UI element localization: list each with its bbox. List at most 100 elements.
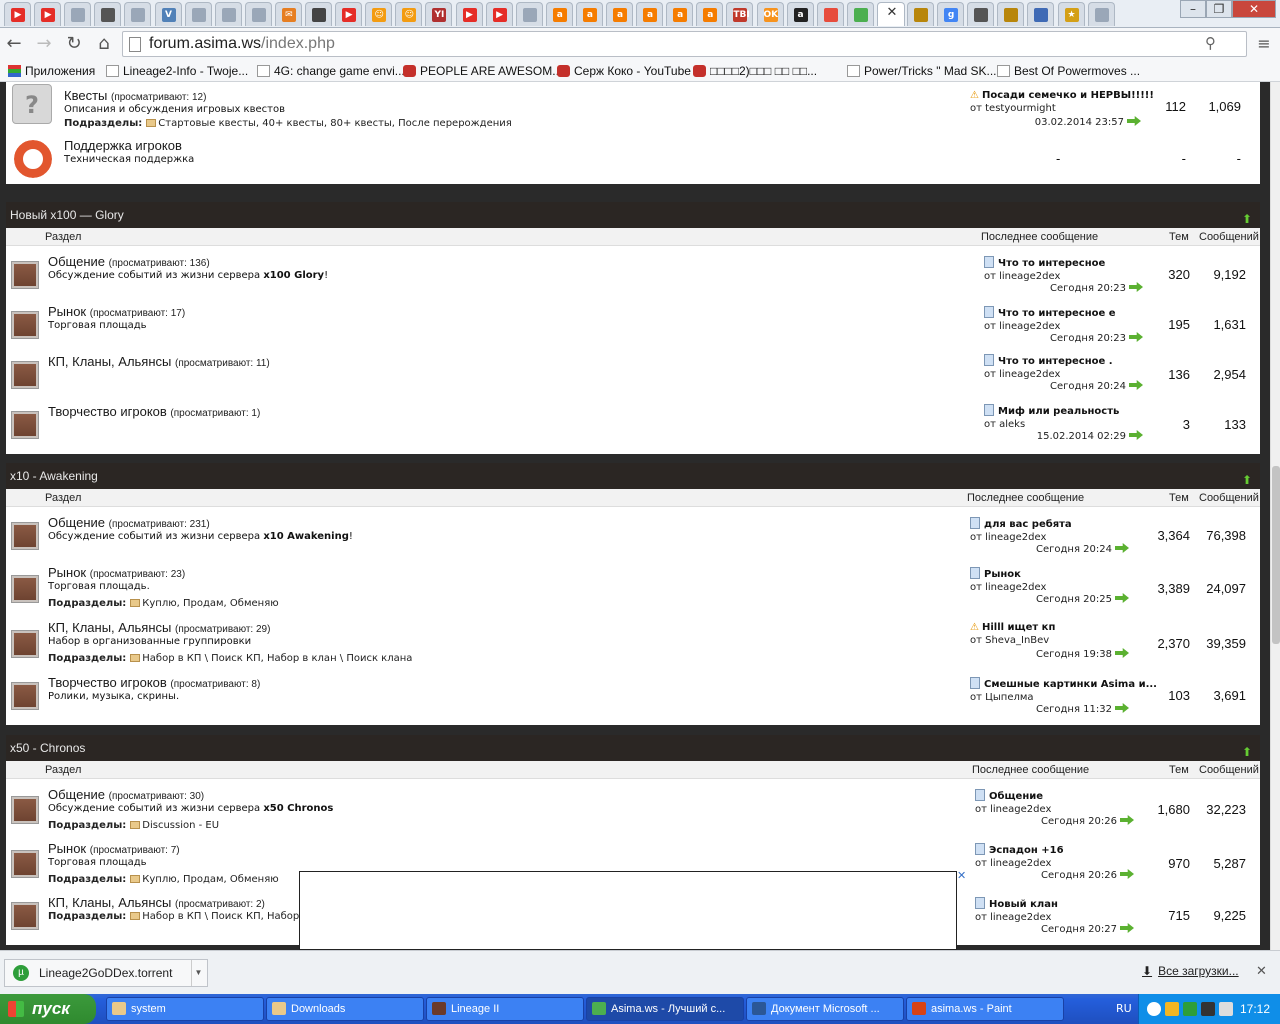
popup-close-icon[interactable]: ✕ (957, 870, 967, 881)
last-post-title[interactable]: Что то интересное е (998, 308, 1116, 319)
category-title[interactable]: Новый x100 — Glory (10, 208, 124, 222)
tab-amazon-a[interactable]: a (666, 2, 694, 26)
tab-page[interactable] (1087, 2, 1115, 26)
tab-ok[interactable]: OK (756, 2, 784, 26)
forum-title[interactable]: Общение (просматривают: 136) (48, 254, 210, 269)
go-to-post-icon[interactable] (1115, 543, 1129, 553)
taskbar-item[interactable]: Downloads (266, 997, 424, 1021)
bookmark-item[interactable]: Power/Tricks " Mad SK... (847, 63, 997, 79)
tab-yii[interactable]: YI (425, 2, 453, 26)
forum-title[interactable]: Рынок (просматривают: 23) (48, 565, 185, 580)
go-to-post-icon[interactable] (1115, 593, 1129, 603)
category-header[interactable]: x50 - Chronos ⬆ (6, 735, 1260, 761)
bookmark-item[interactable]: Серж Коко - YouTube (557, 63, 691, 79)
category-header[interactable]: Новый x100 — Glory ⬆ (6, 202, 1260, 228)
all-downloads-link[interactable]: ⬇ Все загрузки... (1142, 964, 1239, 978)
tab-star[interactable]: ★ (1057, 2, 1085, 26)
subforum-links[interactable]: Куплю, Продам, Обменяю (142, 598, 278, 609)
last-post-title[interactable]: Миф или реальность (998, 406, 1119, 417)
tab-page[interactable] (244, 2, 272, 26)
forum-title[interactable]: КП, Кланы, Альянсы (просматривают: 2) (48, 895, 265, 910)
start-button[interactable]: пуск (0, 994, 96, 1024)
forum-title[interactable]: Квесты (просматривают: 12) (64, 88, 206, 103)
tab-youtube[interactable]: ▶ (335, 2, 363, 26)
subforum-links[interactable]: Discussion - EU (142, 820, 219, 831)
last-post-author[interactable]: от lineage2dex (975, 912, 1058, 923)
tab-amazon-a[interactable]: a (545, 2, 573, 26)
last-post-author[interactable]: от lineage2dex (984, 369, 1113, 380)
chevron-down-icon[interactable]: ▼ (191, 960, 205, 986)
last-post-title[interactable]: Новый клан (989, 899, 1058, 910)
tab-page[interactable] (515, 2, 543, 26)
go-to-post-icon[interactable] (1120, 869, 1134, 879)
bookmark-item[interactable]: □□□□2)□□□ □□ □□... (693, 63, 817, 79)
go-to-post-icon[interactable] (1127, 116, 1141, 126)
last-post-author[interactable]: от aleks (984, 419, 1119, 430)
tab-vk[interactable]: V (154, 2, 182, 26)
home-icon[interactable]: ⌂ (92, 32, 116, 56)
tab-page[interactable] (214, 2, 242, 26)
last-post-author[interactable]: от testyourmight (970, 103, 1154, 114)
reload-icon[interactable]: ↻ (62, 32, 86, 56)
forum-title-link[interactable]: Общение (48, 254, 105, 269)
go-to-post-icon[interactable] (1129, 380, 1143, 390)
forum-title-link[interactable]: Творчество игроков (48, 404, 167, 419)
forum-title-link[interactable]: Рынок (48, 565, 86, 580)
last-post-title[interactable]: Hilll ищет кп (982, 622, 1055, 633)
last-post-author[interactable]: от lineage2dex (975, 858, 1064, 869)
tab-amazon-a[interactable]: a (696, 2, 724, 26)
subforum-links[interactable]: Набор в КП \ Поиск КП, Набор в клан \ По… (142, 653, 412, 664)
forum-title[interactable]: Творчество игроков (просматривают: 8) (48, 675, 260, 690)
tab-sun[interactable]: ☺ (395, 2, 423, 26)
tab-book[interactable] (305, 2, 332, 26)
close-window-button[interactable]: ✕ (1232, 0, 1276, 18)
tab-page[interactable] (124, 2, 152, 26)
go-to-post-icon[interactable] (1120, 923, 1134, 933)
tab-amazon-a[interactable]: a (575, 2, 603, 26)
forum-title-link[interactable]: Квесты (64, 88, 107, 103)
page-scrollbar[interactable] (1270, 82, 1280, 950)
help-icon[interactable] (1147, 1002, 1161, 1016)
last-post-title[interactable]: Посади семечко и НЕРВЫ!!!!! (982, 90, 1154, 101)
scrollbar-thumb[interactable] (1272, 466, 1280, 644)
last-post-title[interactable]: Общение (989, 791, 1043, 802)
go-to-post-icon[interactable] (1115, 703, 1129, 713)
bookmark-item[interactable]: Приложения (8, 63, 95, 79)
tab-tool[interactable] (94, 2, 122, 26)
tab-active[interactable]: ✕ (876, 2, 905, 26)
tray-tool-icon[interactable] (1201, 1002, 1215, 1016)
tab-amazon[interactable]: a (786, 2, 814, 26)
last-post-author[interactable]: от lineage2dex (984, 321, 1116, 332)
utorrent-tray-icon[interactable] (1183, 1002, 1197, 1016)
bookmark-item[interactable]: Best Of Powermoves ... (997, 63, 1140, 79)
forum-title-link[interactable]: КП, Кланы, Альянсы (48, 620, 171, 635)
tab-camera[interactable] (816, 2, 844, 26)
category-title[interactable]: x10 - Awakening (10, 469, 98, 483)
bookmark-item[interactable]: PEOPLE ARE AWESOM... (403, 63, 562, 79)
tab-amazon-a[interactable]: a (606, 2, 633, 26)
tab-tbi[interactable]: TBI (726, 2, 754, 26)
tab-shield[interactable] (907, 2, 934, 26)
volume-icon[interactable] (1219, 1002, 1233, 1016)
forum-title[interactable]: Рынок (просматривают: 17) (48, 304, 185, 319)
maximize-button[interactable]: ❐ (1206, 0, 1232, 18)
go-to-post-icon[interactable] (1129, 430, 1143, 440)
go-to-post-icon[interactable] (1129, 332, 1143, 342)
forum-title-link[interactable]: Поддержка игроков (64, 138, 182, 153)
category-title[interactable]: x50 - Chronos (10, 741, 85, 755)
download-item[interactable]: µ Lineage2GoDDex.torrent ▼ (4, 959, 208, 987)
address-bar[interactable]: forum.asima.ws/index.php ⚲ (122, 31, 1247, 57)
back-icon[interactable]: ← (2, 32, 26, 56)
go-to-post-icon[interactable] (1120, 815, 1134, 825)
tab-page[interactable] (64, 2, 92, 26)
go-to-post-icon[interactable] (1129, 282, 1143, 292)
forum-title-link[interactable]: Общение (48, 515, 105, 530)
bookmark-item[interactable]: 4G: change game envi... (257, 63, 405, 79)
forum-title[interactable]: Общение (просматривают: 30) (48, 787, 204, 802)
last-post-title[interactable]: Что то интересное . (998, 356, 1113, 367)
zoom-icon[interactable]: ⚲ (1205, 34, 1216, 52)
tab-youtube[interactable]: ▶ (34, 2, 62, 26)
forum-title-link[interactable]: Общение (48, 787, 105, 802)
go-to-post-icon[interactable] (1115, 648, 1129, 658)
subforum-links[interactable]: Набор в КП \ Поиск КП, Набор в (142, 911, 308, 922)
